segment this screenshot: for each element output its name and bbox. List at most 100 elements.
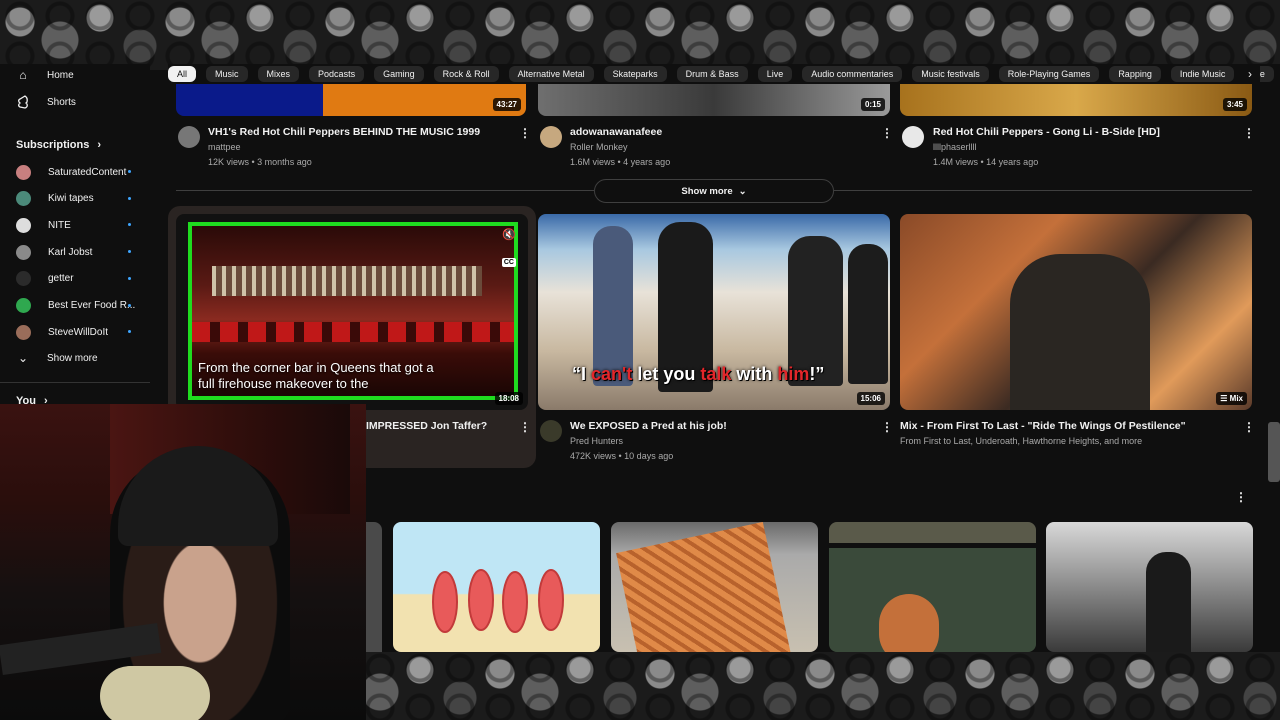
overlay-word: talk (700, 364, 732, 384)
caption-line: From the corner bar in Queens that got a (198, 360, 434, 375)
more-options-icon[interactable]: ⋮ (519, 420, 531, 434)
avatar[interactable] (540, 420, 562, 442)
more-options-icon[interactable]: ⋮ (881, 420, 893, 434)
chip-mixes[interactable]: Mixes (257, 66, 300, 82)
channel-name[interactable]: From First to Last, Underoath, Hawthorne… (900, 436, 1142, 446)
more-options-icon[interactable]: ⋮ (1235, 490, 1247, 504)
new-content-dot (128, 303, 131, 307)
chip-alternative-metal[interactable]: Alternative Metal (508, 66, 594, 82)
chip-role-playing-games[interactable]: Role-Playing Games (998, 66, 1100, 82)
video-thumbnail[interactable]: ☰ Mix (900, 214, 1252, 410)
chip-music[interactable]: Music (206, 66, 248, 82)
scrollbar-thumb[interactable] (1268, 422, 1280, 482)
channel-name[interactable]: Roller Monkey (570, 142, 628, 152)
home-icon: ⌂ (19, 68, 27, 82)
microphone-pop-filter (100, 666, 210, 720)
avatar[interactable] (902, 126, 924, 148)
chip-live[interactable]: Live (757, 66, 793, 82)
screen: All Music Mixes Podcasts Gaming Rock & Roll Al… (0, 0, 1280, 720)
avatar (16, 244, 31, 260)
channel-name[interactable]: Pred Hunters (570, 436, 623, 446)
chip-audio-commentaries[interactable]: Audio commentaries (802, 66, 903, 82)
subscription-item[interactable]: Kiwi tapes (16, 188, 94, 210)
overlay-word: him (777, 364, 810, 384)
chip-indie-music[interactable]: Indie Music (1170, 66, 1235, 82)
avatar[interactable] (540, 126, 562, 148)
overlay-word: can't (591, 364, 633, 384)
video-title[interactable]: Red Hot Chili Peppers - Gong Li - B-Side… (933, 126, 1160, 138)
person-figure (848, 244, 888, 384)
video-thumbnail[interactable] (1046, 522, 1253, 652)
mix-label: Mix (1229, 394, 1243, 403)
chips-bar: All Music Mixes Podcasts Gaming Rock & Roll Al… (168, 64, 1280, 84)
subscription-item[interactable]: NITE (16, 214, 71, 236)
video-thumbnail[interactable]: 🔇 CC From the corner bar in Queens that … (176, 214, 528, 410)
video-thumbnail[interactable]: 3:45 (900, 84, 1252, 116)
chip-drum-bass[interactable]: Drum & Bass (676, 66, 748, 82)
show-more-label: Show more (681, 185, 733, 197)
overlay-text: “I can't let you talk with him!” (572, 364, 824, 385)
channel-name[interactable]: mattpee (208, 142, 241, 152)
textured-tile (616, 522, 792, 652)
more-options-icon[interactable]: ⋮ (519, 126, 531, 140)
overlay-word: “I (572, 364, 592, 384)
subscription-item[interactable]: Karl Jobst (16, 241, 92, 263)
sidebar-item-label: Shorts (47, 96, 76, 108)
subscription-item[interactable]: SteveWillDoIt (16, 321, 108, 343)
sidebar-item-label: Home (47, 69, 74, 81)
subscription-name: getter (48, 273, 74, 285)
more-options-icon[interactable]: ⋮ (1243, 126, 1255, 140)
chip-music-festivals[interactable]: Music festivals (912, 66, 989, 82)
show-more-button[interactable]: Show more ⌄ (594, 179, 834, 203)
subscriptions-heading-label: Subscriptions (16, 139, 90, 151)
channel-name[interactable]: llllphaserllll (933, 142, 977, 152)
new-content-dot (128, 276, 131, 280)
chip-rapping[interactable]: Rapping (1109, 66, 1161, 82)
shrimp-illustration (432, 569, 564, 633)
subscription-name: Best Ever Food R... (48, 300, 136, 311)
sidebar-item-shorts[interactable]: Shorts (16, 91, 76, 113)
avatar[interactable] (178, 126, 200, 148)
subscription-name: SteveWillDoIt (48, 326, 109, 338)
cc-icon[interactable]: CC (501, 258, 516, 267)
video-thumbnail[interactable] (611, 522, 818, 652)
subscription-item[interactable]: SaturatedContent (16, 161, 126, 183)
duration-badge: 15:06 (856, 392, 885, 405)
chevron-right-icon: › (97, 139, 102, 151)
new-content-dot (128, 330, 131, 334)
video-meta: 472K views • 10 days ago (570, 451, 674, 461)
bar-bottles (212, 266, 482, 296)
video-thumbnail[interactable] (829, 522, 1036, 652)
more-options-icon[interactable]: ⋮ (881, 126, 893, 140)
video-title[interactable]: adowanawanafeee (570, 126, 662, 138)
video-thumbnail[interactable]: 43:27 (176, 84, 526, 116)
sidebar-divider (0, 382, 150, 383)
chip-all[interactable]: All (168, 66, 197, 82)
video-thumbnail[interactable] (366, 522, 382, 652)
subscriptions-heading[interactable]: Subscriptions › (16, 139, 101, 151)
video-title[interactable]: IMPRESSED Jon Taffer? (366, 420, 487, 432)
more-options-icon[interactable]: ⋮ (1243, 420, 1255, 434)
sidebar-show-more[interactable]: ⌄ Show more (16, 347, 98, 369)
chevron-down-icon: ⌄ (17, 351, 29, 365)
chevron-right-icon[interactable]: › (1240, 64, 1260, 84)
video-thumbnail[interactable]: “I can't let you talk with him!” 15:06 (538, 214, 890, 410)
video-thumbnail[interactable]: 0:15 (538, 84, 890, 116)
video-thumbnail[interactable] (393, 522, 600, 652)
video-title[interactable]: We EXPOSED a Pred at his job! (570, 420, 727, 432)
new-content-dot (128, 196, 131, 200)
subscription-item[interactable]: getter (16, 268, 74, 290)
chip-skateparks[interactable]: Skateparks (603, 66, 667, 82)
video-meta: 1.6M views • 4 years ago (570, 157, 671, 167)
video-title[interactable]: VH1's Red Hot Chili Peppers BEHIND THE M… (208, 126, 480, 138)
mute-icon[interactable]: 🔇 (502, 228, 516, 241)
avatar (16, 191, 31, 207)
subscription-item[interactable]: Best Ever Food R... (16, 295, 135, 317)
duration-badge: 3:45 (1222, 98, 1247, 111)
video-title[interactable]: Mix - From First To Last - "Ride The Win… (900, 420, 1186, 432)
chip-podcasts[interactable]: Podcasts (309, 66, 365, 82)
chip-gaming[interactable]: Gaming (374, 66, 424, 82)
caption-text: From the corner bar in Queens that got a… (198, 360, 434, 392)
chip-rock-roll[interactable]: Rock & Roll (433, 66, 499, 82)
sidebar-item-home[interactable]: ⌂ Home (16, 64, 74, 86)
